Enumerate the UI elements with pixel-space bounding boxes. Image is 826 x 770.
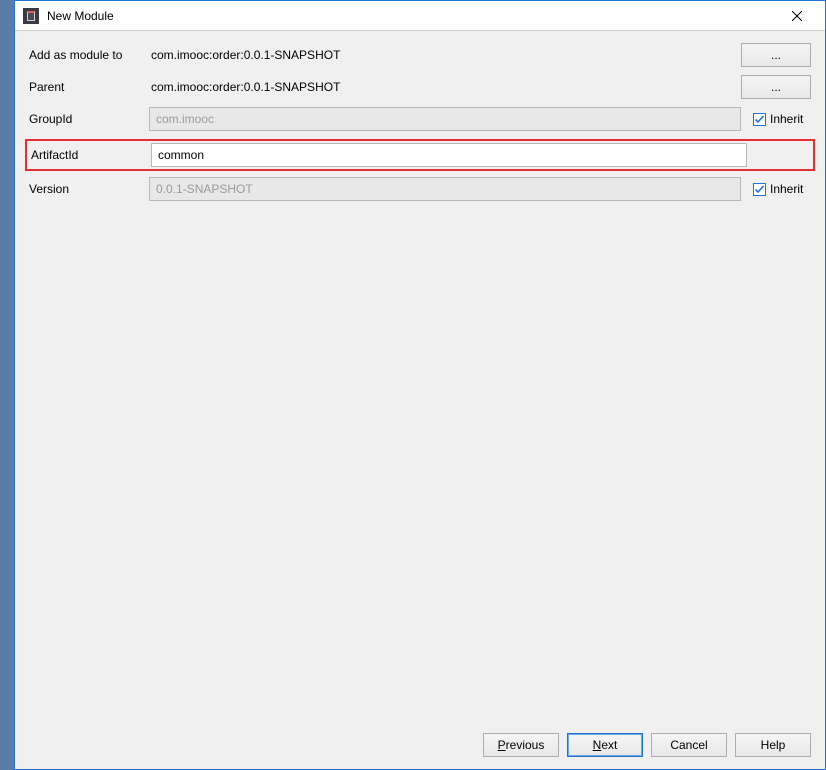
checkmark-icon xyxy=(754,114,765,125)
add-as-module-label: Add as module to xyxy=(29,48,143,62)
add-as-module-value: com.imooc:order:0.0.1-SNAPSHOT xyxy=(149,48,735,62)
version-inherit-checkbox[interactable] xyxy=(753,183,766,196)
groupid-inherit-wrap: Inherit xyxy=(753,112,811,126)
dialog-window: New Module Add as module to com.imooc:or… xyxy=(14,0,826,770)
parent-browse-button[interactable]: ... xyxy=(741,75,811,99)
artifactid-row: ArtifactId xyxy=(29,143,811,167)
artifactid-input[interactable] xyxy=(151,143,747,167)
groupid-row: GroupId Inherit xyxy=(29,107,811,131)
version-row: Version Inherit xyxy=(29,177,811,201)
button-bar: Previous Next Cancel Help xyxy=(15,723,825,769)
add-as-module-row: Add as module to com.imooc:order:0.0.1-S… xyxy=(29,43,811,67)
close-button[interactable] xyxy=(777,2,817,30)
checkmark-icon xyxy=(754,184,765,195)
version-inherit-label: Inherit xyxy=(770,182,803,196)
app-icon xyxy=(23,8,39,24)
version-inherit-wrap: Inherit xyxy=(753,182,811,196)
add-as-module-browse-button[interactable]: ... xyxy=(741,43,811,67)
groupid-label: GroupId xyxy=(29,112,143,126)
version-input xyxy=(149,177,741,201)
close-icon xyxy=(792,11,802,21)
parent-row: Parent com.imooc:order:0.0.1-SNAPSHOT ..… xyxy=(29,75,811,99)
cancel-button[interactable]: Cancel xyxy=(651,733,727,757)
groupid-input xyxy=(149,107,741,131)
parent-value: com.imooc:order:0.0.1-SNAPSHOT xyxy=(149,80,735,94)
artifactid-highlight: ArtifactId xyxy=(25,139,815,171)
content-area: Add as module to com.imooc:order:0.0.1-S… xyxy=(15,31,825,723)
window-title: New Module xyxy=(47,9,777,23)
parent-label: Parent xyxy=(29,80,143,94)
previous-rest: revious xyxy=(506,738,545,752)
groupid-inherit-label: Inherit xyxy=(770,112,803,126)
help-button[interactable]: Help xyxy=(735,733,811,757)
next-rest: ext xyxy=(601,738,617,752)
artifactid-label: ArtifactId xyxy=(29,148,145,162)
titlebar: New Module xyxy=(15,1,825,31)
previous-button[interactable]: Previous xyxy=(483,733,559,757)
groupid-inherit-checkbox[interactable] xyxy=(753,113,766,126)
next-button[interactable]: Next xyxy=(567,733,643,757)
version-label: Version xyxy=(29,182,143,196)
